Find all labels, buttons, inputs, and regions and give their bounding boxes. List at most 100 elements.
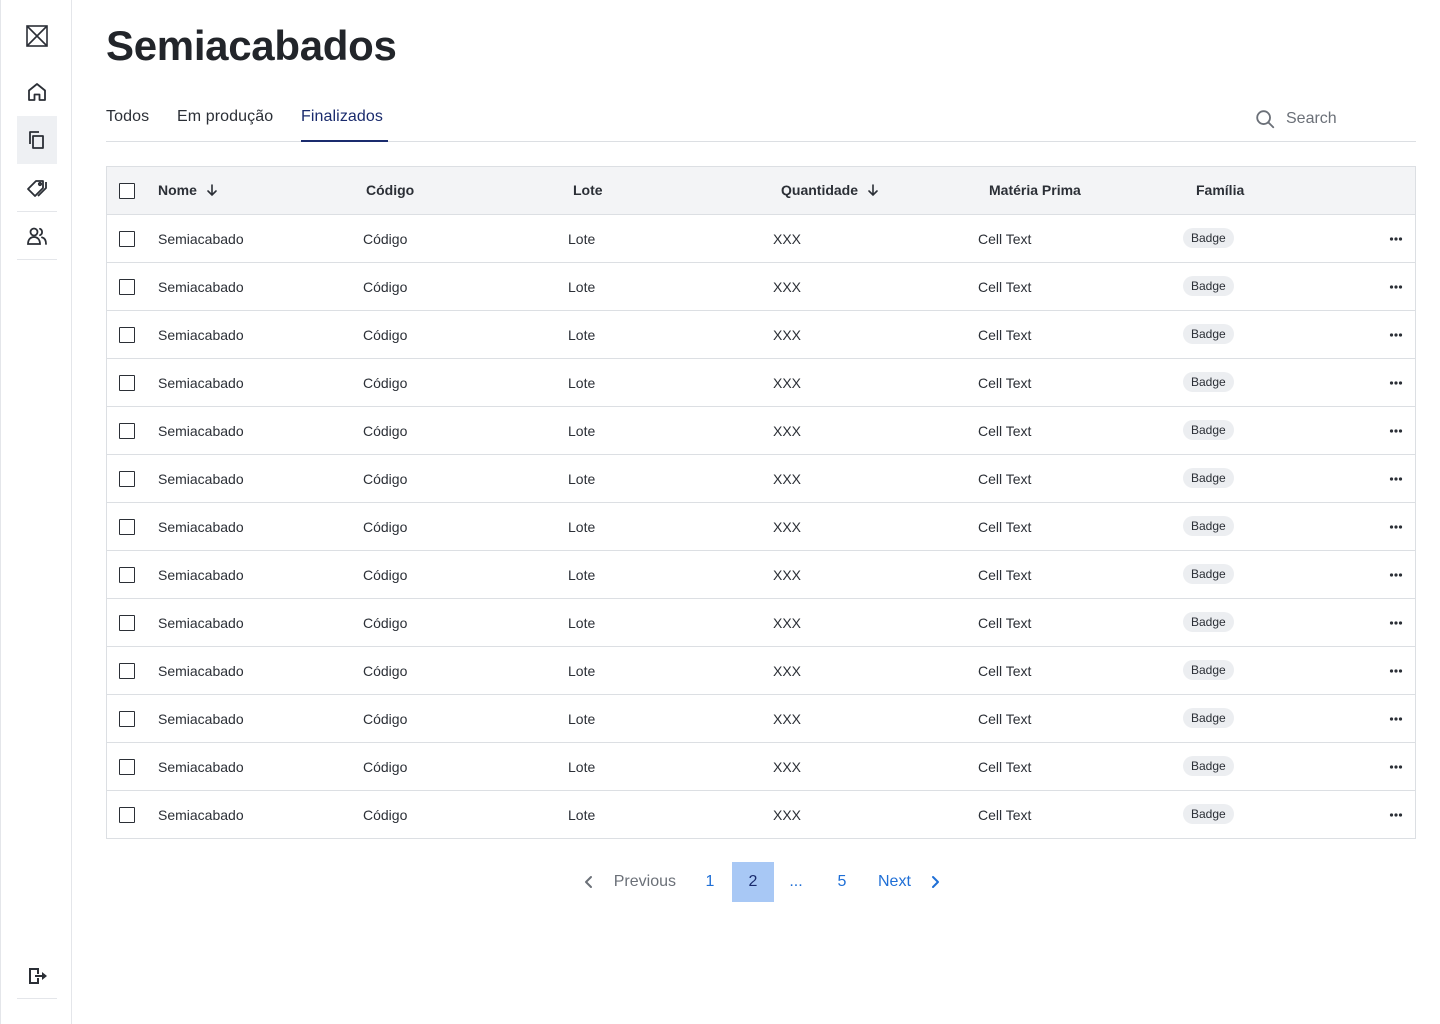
page-ellipsis[interactable]: ...: [780, 862, 812, 902]
familia-badge: Badge: [1183, 804, 1234, 824]
more-options-icon[interactable]: [1389, 760, 1403, 774]
more-options-icon[interactable]: [1389, 328, 1403, 342]
more-options-icon[interactable]: [1389, 664, 1403, 678]
cell-materia-prima: Cell Text: [978, 519, 1032, 535]
column-header-materia-prima[interactable]: Matéria Prima: [989, 182, 1081, 198]
cell-nome: Semiacabado: [158, 567, 244, 583]
more-options-icon[interactable]: [1389, 280, 1403, 294]
page-button-5[interactable]: 5: [826, 862, 858, 902]
table-row[interactable]: Semiacabado Código Lote XXX Cell Text Badge: [107, 215, 1415, 263]
table-row[interactable]: Semiacabado Código Lote XXX Cell Text Badge: [107, 743, 1415, 791]
more-options-icon[interactable]: [1389, 424, 1403, 438]
table-row[interactable]: Semiacabado Código Lote XXX Cell Text Badge: [107, 503, 1415, 551]
cell-nome: Semiacabado: [158, 279, 244, 295]
table-body: Semiacabado Código Lote XXX Cell Text Badge Se…: [107, 215, 1415, 838]
search-input[interactable]: [1286, 109, 1406, 128]
column-header-nome[interactable]: Nome: [158, 182, 219, 198]
data-table: Nome Código Lote Quantidade Matéria Prim…: [106, 166, 1416, 839]
column-header-codigo[interactable]: Código: [366, 182, 414, 198]
cell-lote: Lote: [568, 807, 596, 823]
cell-lote: Lote: [568, 711, 596, 727]
tags-icon[interactable]: [17, 168, 57, 208]
row-checkbox[interactable]: [119, 759, 135, 775]
more-options-icon[interactable]: [1389, 616, 1403, 630]
row-checkbox[interactable]: [119, 567, 135, 583]
page-button-current[interactable]: 2: [732, 862, 774, 902]
cell-lote: Lote: [568, 663, 596, 679]
row-checkbox[interactable]: [119, 519, 135, 535]
more-options-icon[interactable]: [1389, 568, 1403, 582]
table-row[interactable]: Semiacabado Código Lote XXX Cell Text Badge: [107, 311, 1415, 359]
cell-lote: Lote: [568, 471, 596, 487]
table-row[interactable]: Semiacabado Código Lote XXX Cell Text Badge: [107, 647, 1415, 695]
cell-quantidade: XXX: [773, 663, 802, 679]
active-tab-indicator: [301, 140, 388, 142]
more-options-icon[interactable]: [1389, 712, 1403, 726]
row-checkbox[interactable]: [119, 327, 135, 343]
next-page-button[interactable]: Next: [878, 862, 944, 902]
table-row[interactable]: Semiacabado Código Lote XXX Cell Text Badge: [107, 599, 1415, 647]
column-header-quantidade[interactable]: Quantidade: [781, 182, 880, 198]
sort-arrow-down-icon: [868, 184, 878, 197]
row-checkbox[interactable]: [119, 231, 135, 247]
cell-materia-prima: Cell Text: [978, 567, 1032, 583]
row-checkbox[interactable]: [119, 711, 135, 727]
table-row[interactable]: Semiacabado Código Lote XXX Cell Text Badge: [107, 791, 1415, 838]
column-header-familia[interactable]: Família: [1196, 182, 1244, 198]
table-row[interactable]: Semiacabado Código Lote XXX Cell Text Badge: [107, 263, 1415, 311]
cell-materia-prima: Cell Text: [978, 423, 1032, 439]
row-checkbox[interactable]: [119, 423, 135, 439]
cell-quantidade: XXX: [773, 375, 802, 391]
home-icon[interactable]: [17, 72, 57, 112]
familia-badge: Badge: [1183, 324, 1234, 344]
more-options-icon[interactable]: [1389, 520, 1403, 534]
users-icon[interactable]: [17, 216, 57, 256]
cell-quantidade: XXX: [773, 807, 802, 823]
table-row[interactable]: Semiacabado Código Lote XXX Cell Text Badge: [107, 407, 1415, 455]
row-checkbox[interactable]: [119, 807, 135, 823]
row-checkbox[interactable]: [119, 663, 135, 679]
cell-codigo: Código: [363, 375, 408, 391]
table-row[interactable]: Semiacabado Código Lote XXX Cell Text Badge: [107, 359, 1415, 407]
page-button-1[interactable]: 1: [694, 862, 726, 902]
row-checkbox[interactable]: [119, 375, 135, 391]
tab-finalizados[interactable]: Finalizados: [301, 108, 383, 126]
cell-lote: Lote: [568, 279, 596, 295]
cell-materia-prima: Cell Text: [978, 231, 1032, 247]
more-options-icon[interactable]: [1389, 376, 1403, 390]
logo-icon[interactable]: [17, 16, 57, 56]
table-row[interactable]: Semiacabado Código Lote XXX Cell Text Badge: [107, 695, 1415, 743]
cell-nome: Semiacabado: [158, 423, 244, 439]
cell-lote: Lote: [568, 567, 596, 583]
cell-quantidade: XXX: [773, 615, 802, 631]
cell-codigo: Código: [363, 471, 408, 487]
table-row[interactable]: Semiacabado Código Lote XXX Cell Text Badge: [107, 551, 1415, 599]
more-options-icon[interactable]: [1389, 472, 1403, 486]
logout-icon[interactable]: [17, 956, 57, 996]
row-checkbox[interactable]: [119, 279, 135, 295]
table-row[interactable]: Semiacabado Código Lote XXX Cell Text Badge: [107, 455, 1415, 503]
tab-em-producao[interactable]: Em produção: [177, 108, 273, 126]
column-header-lote[interactable]: Lote: [573, 182, 603, 198]
documents-icon[interactable]: [17, 116, 57, 164]
more-options-icon[interactable]: [1389, 808, 1403, 822]
row-checkbox[interactable]: [119, 471, 135, 487]
row-checkbox[interactable]: [119, 615, 135, 631]
search-box[interactable]: [1254, 96, 1416, 141]
cell-codigo: Código: [363, 759, 408, 775]
cell-codigo: Código: [363, 423, 408, 439]
cell-nome: Semiacabado: [158, 711, 244, 727]
cell-materia-prima: Cell Text: [978, 375, 1032, 391]
previous-page-button[interactable]: Previous: [580, 862, 676, 902]
more-options-icon[interactable]: [1389, 232, 1403, 246]
cell-quantidade: XXX: [773, 471, 802, 487]
familia-badge: Badge: [1183, 564, 1234, 584]
select-all-checkbox[interactable]: [119, 183, 135, 199]
familia-badge: Badge: [1183, 756, 1234, 776]
cell-materia-prima: Cell Text: [978, 615, 1032, 631]
cell-lote: Lote: [568, 327, 596, 343]
cell-lote: Lote: [568, 519, 596, 535]
cell-lote: Lote: [568, 423, 596, 439]
tab-todos[interactable]: Todos: [106, 108, 149, 126]
familia-badge: Badge: [1183, 276, 1234, 296]
